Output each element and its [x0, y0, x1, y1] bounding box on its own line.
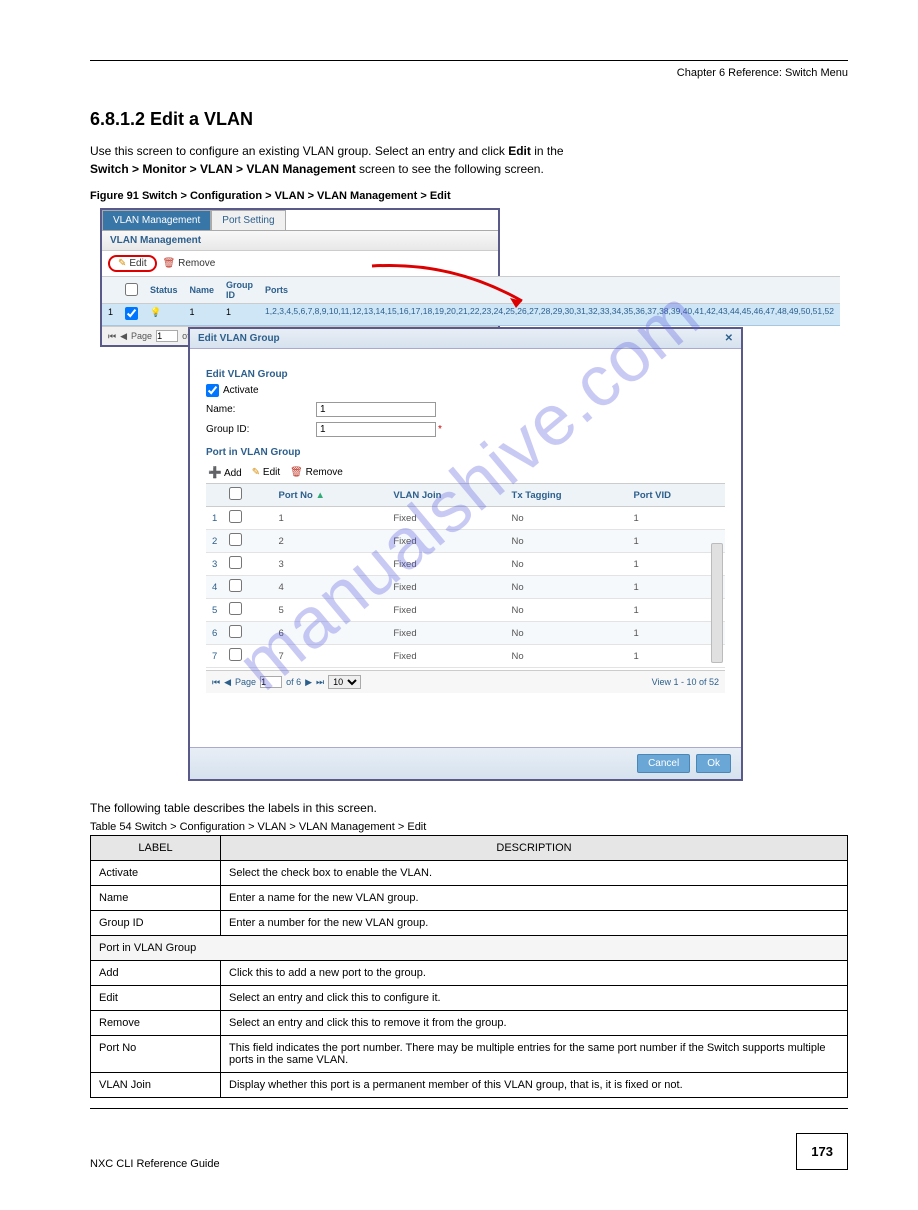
edit-port-button[interactable]: ✎ Edit: [252, 467, 280, 478]
dialog-subtitle: Edit VLAN Group: [206, 369, 725, 380]
bulb-icon: 💡: [150, 307, 161, 317]
table-row: EditSelect an entry and click this to co…: [91, 986, 848, 1011]
table-row: RemoveSelect an entry and click this to …: [91, 1011, 848, 1036]
scrollbar[interactable]: [711, 543, 723, 663]
prev-page-icon[interactable]: ◀: [224, 677, 231, 688]
activate-label: Activate: [223, 385, 259, 396]
label-description-table: LABELDESCRIPTION ActivateSelect the chec…: [90, 835, 848, 1098]
table-intro: The following table describes the labels…: [90, 801, 848, 815]
remove-button[interactable]: 🗑 Remove: [163, 258, 216, 269]
group-id-label: Group ID:: [206, 424, 316, 435]
row-checkbox[interactable]: [229, 579, 242, 592]
ok-button[interactable]: Ok: [696, 754, 731, 773]
table-row[interactable]: 66FixedNo1: [206, 622, 725, 645]
name-label: Name:: [206, 404, 316, 415]
sort-icon: ▲: [315, 490, 324, 501]
row-checkbox[interactable]: [229, 625, 242, 638]
col-group-id: Group ID: [220, 277, 259, 304]
select-all-ports-checkbox[interactable]: [229, 487, 242, 500]
close-icon[interactable]: ✕: [725, 333, 733, 344]
table-row: Port in VLAN Group: [91, 936, 848, 961]
col-ports: Ports: [259, 277, 840, 304]
trash-icon: 🗑: [163, 258, 176, 269]
edit-vlan-dialog: Edit VLAN Group ✕ Edit VLAN Group Activa…: [188, 327, 743, 781]
page-input[interactable]: [260, 676, 282, 688]
port-section-title: Port in VLAN Group: [206, 447, 725, 458]
chapter-header: Chapter 6 Reference: Switch Menu: [90, 67, 848, 79]
table-row[interactable]: 33FixedNo1: [206, 553, 725, 576]
table-row: VLAN JoinDisplay whether this port is a …: [91, 1073, 848, 1098]
section-intro: Use this screen to configure an existing…: [90, 142, 848, 178]
row-checkbox[interactable]: [229, 556, 242, 569]
table-row[interactable]: 55FixedNo1: [206, 599, 725, 622]
add-button[interactable]: ➕ Add: [208, 466, 242, 479]
last-page-icon[interactable]: ⏭: [316, 677, 324, 688]
prev-page-icon[interactable]: ◀: [120, 331, 127, 342]
page-input[interactable]: [156, 330, 178, 342]
table-caption: Table 54 Switch > Configuration > VLAN >…: [90, 821, 848, 833]
next-page-icon[interactable]: ▶: [305, 677, 312, 688]
table-row: NameEnter a name for the new VLAN group.: [91, 886, 848, 911]
page-size-select[interactable]: 10: [328, 675, 361, 689]
page-number: 173: [796, 1133, 848, 1170]
th-label: LABEL: [91, 836, 221, 861]
table-row: ActivateSelect the check box to enable t…: [91, 861, 848, 886]
first-page-icon[interactable]: ⏮: [108, 331, 116, 342]
table-row[interactable]: 44FixedNo1: [206, 576, 725, 599]
tab-port-setting[interactable]: Port Setting: [211, 210, 285, 230]
table-row[interactable]: 22FixedNo1: [206, 530, 725, 553]
section-heading: 6.8.1.2 Edit a VLAN: [90, 109, 848, 130]
table-row[interactable]: 77FixedNo1: [206, 645, 725, 668]
table-row[interactable]: 1 💡 1 1 1,2,3,4,5,6,7,8,9,10,11,12,13,14…: [102, 304, 840, 326]
th-description: DESCRIPTION: [221, 836, 848, 861]
row-checkbox[interactable]: [229, 602, 242, 615]
row-checkbox[interactable]: [229, 510, 242, 523]
col-vlan-join[interactable]: VLAN Join: [387, 484, 505, 507]
table-row: Group IDEnter a number for the new VLAN …: [91, 911, 848, 936]
select-all-checkbox[interactable]: [125, 283, 138, 296]
trash-icon: 🗑: [290, 467, 303, 478]
activate-checkbox[interactable]: [206, 384, 219, 397]
footer-guide: NXC CLI Reference Guide: [90, 1158, 220, 1170]
remove-port-button[interactable]: 🗑 Remove: [290, 467, 343, 478]
col-status: Status: [144, 277, 184, 304]
pencil-icon: ✎: [252, 467, 260, 478]
row-checkbox[interactable]: [229, 533, 242, 546]
col-port-vid[interactable]: Port VID: [628, 484, 725, 507]
col-port-no[interactable]: Port No ▲: [273, 484, 388, 507]
required-icon: *: [438, 424, 442, 435]
pencil-icon: ✎: [118, 258, 126, 269]
table-row: AddClick this to add a new port to the g…: [91, 961, 848, 986]
cancel-button[interactable]: Cancel: [637, 754, 690, 773]
row-checkbox[interactable]: [125, 307, 138, 320]
name-field[interactable]: [316, 402, 436, 417]
first-page-icon[interactable]: ⏮: [212, 677, 220, 688]
table-row[interactable]: 11FixedNo1: [206, 507, 725, 530]
row-checkbox[interactable]: [229, 648, 242, 661]
edit-button[interactable]: ✎Edit: [108, 255, 157, 272]
col-name: Name: [184, 277, 221, 304]
tab-vlan-management[interactable]: VLAN Management: [102, 210, 211, 230]
panel-title: VLAN Management: [102, 231, 498, 251]
dialog-title: Edit VLAN Group: [198, 333, 280, 344]
plus-icon: ➕: [208, 467, 222, 479]
group-id-field[interactable]: [316, 422, 436, 437]
col-tx-tagging[interactable]: Tx Tagging: [506, 484, 628, 507]
table-row: Port NoThis field indicates the port num…: [91, 1036, 848, 1073]
figure-caption: Figure 91 Switch > Configuration > VLAN …: [90, 190, 848, 202]
view-range: View 1 - 10 of 52: [652, 677, 719, 687]
